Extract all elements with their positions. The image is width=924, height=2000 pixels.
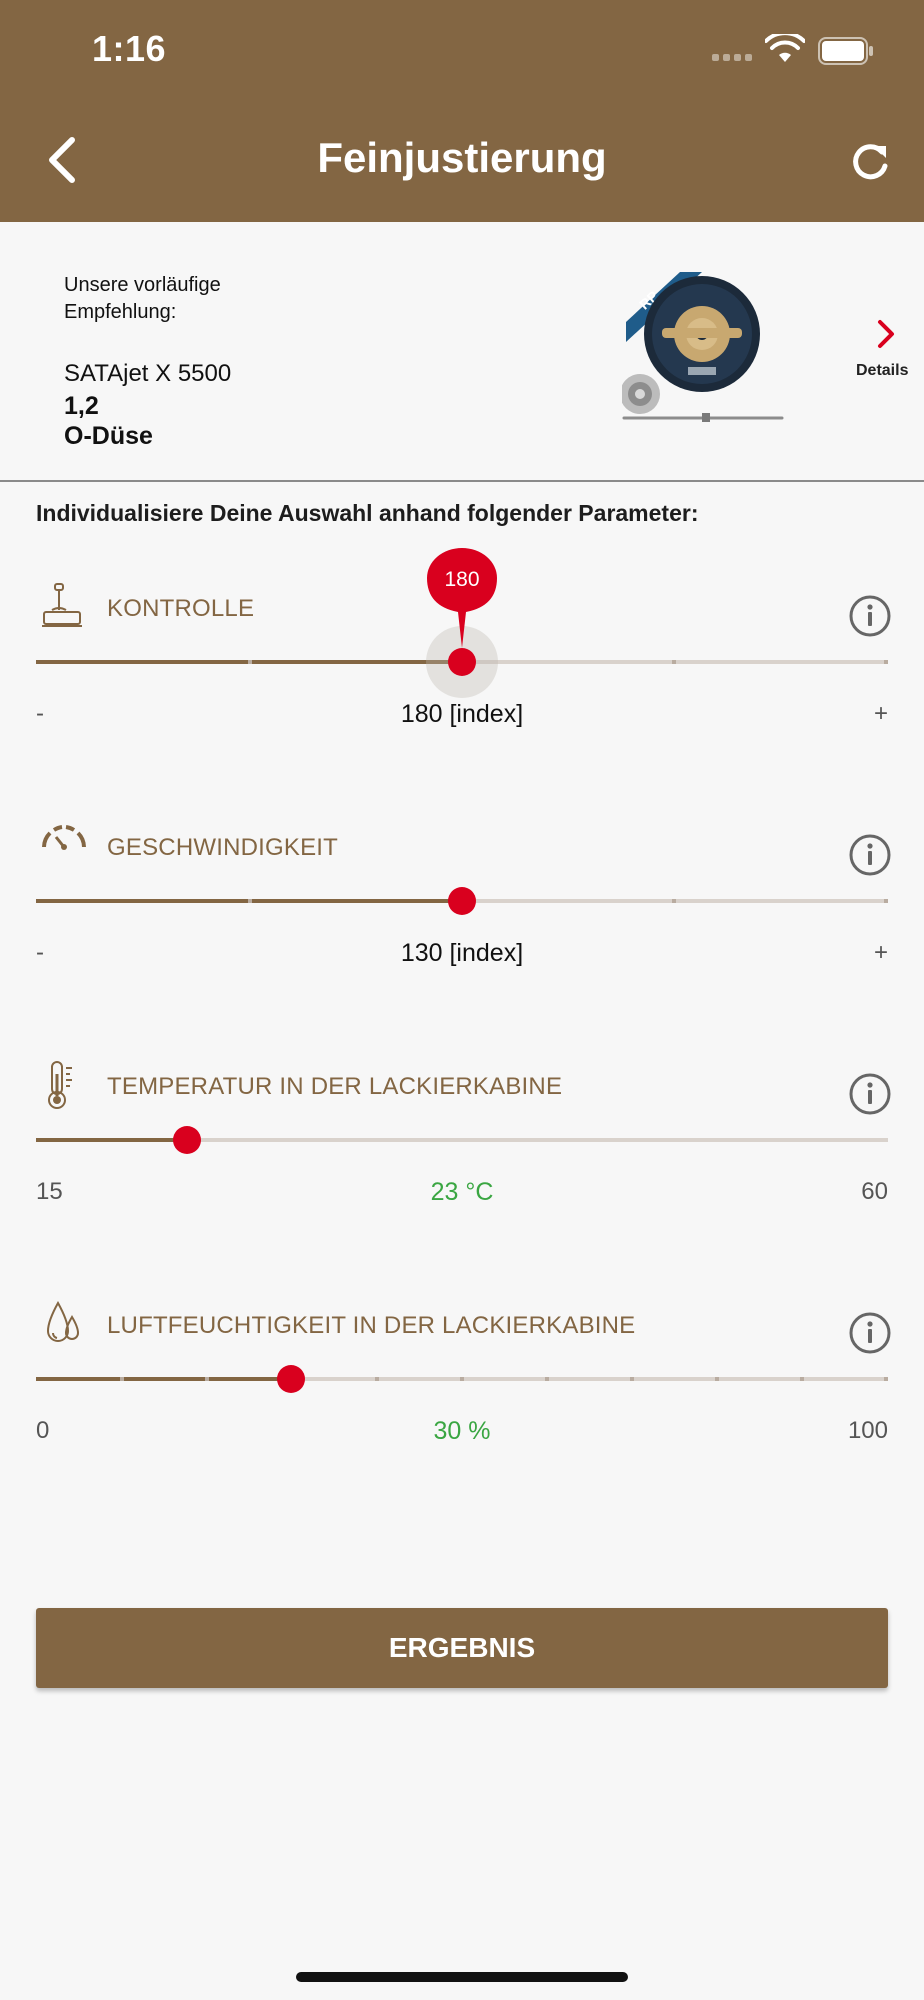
- slider-track[interactable]: [36, 887, 888, 915]
- details-chevron-icon[interactable]: [874, 318, 898, 350]
- parameter-luftfeuchtigkeit: LUFTFEUCHTIGKEIT IN DER LACKIERKABINE 0 …: [0, 1299, 924, 1499]
- slider-tick: [800, 1377, 804, 1381]
- info-icon[interactable]: [848, 594, 892, 638]
- slider-max-label[interactable]: +: [874, 700, 888, 728]
- slider-tick: [884, 660, 888, 664]
- status-time: 1:16: [92, 28, 167, 69]
- slider-tick: [884, 1377, 888, 1381]
- info-icon[interactable]: [848, 833, 892, 877]
- home-indicator[interactable]: [296, 1972, 628, 1982]
- slider-tick: [672, 660, 676, 664]
- slider-value: 130 [index]: [400, 939, 524, 967]
- nozzle-type: O-Düse: [64, 422, 153, 450]
- parameter-label: GESCHWINDIGKEIT: [107, 834, 339, 861]
- parameter-label: TEMPERATUR IN DER LACKIERKABINE: [107, 1073, 563, 1100]
- recommendation-card: Unsere vorläufige Empfehlung: SATAjet X …: [0, 222, 924, 482]
- slider-tick: [672, 899, 676, 903]
- slider-thumb[interactable]: [277, 1365, 305, 1393]
- slider-max-label: 100: [847, 1417, 888, 1444]
- slider-max-label: 60: [861, 1178, 888, 1205]
- slider-thumb[interactable]: [448, 887, 476, 915]
- parameter-label: LUFTFEUCHTIGKEIT IN DER LACKIERKABINE: [107, 1312, 636, 1339]
- details-link[interactable]: Details: [856, 362, 908, 380]
- nozzle-size: 1,2: [64, 392, 99, 420]
- slider-tick: [460, 1377, 464, 1381]
- battery-icon: [818, 37, 873, 65]
- slider-tick: [205, 1377, 209, 1381]
- parameter-label: KONTROLLE: [107, 595, 255, 622]
- info-icon[interactable]: [848, 1072, 892, 1116]
- parameter-kontrolle: KONTROLLE 180 - 180 [index] +: [0, 548, 924, 782]
- slider-tick: [715, 1377, 719, 1381]
- app-header: 1:16 Feinjustierung: [0, 0, 924, 222]
- slider-value: 180 [index]: [400, 700, 524, 728]
- result-button[interactable]: ERGEBNIS: [36, 1608, 888, 1688]
- control-stamp-icon: [42, 583, 82, 627]
- slider-max-label[interactable]: +: [874, 939, 888, 967]
- reload-icon[interactable]: [848, 140, 892, 184]
- slider-value: 23 °C: [430, 1178, 494, 1206]
- parameter-temperatur: TEMPERATUR IN DER LACKIERKABINE 15 23 °C…: [0, 1060, 924, 1260]
- slider-value: 30 %: [433, 1417, 491, 1445]
- product-image[interactable]: RP: [622, 272, 788, 422]
- slider-tick: [120, 1377, 124, 1381]
- slider-tick: [248, 899, 252, 903]
- thermometer-icon: [48, 1061, 72, 1109]
- speedometer-icon: [42, 825, 86, 850]
- slider-track[interactable]: [36, 1126, 888, 1154]
- slider-tick: [884, 899, 888, 903]
- info-icon[interactable]: [848, 1311, 892, 1355]
- slider-track[interactable]: [36, 1365, 888, 1393]
- slider-tick: [375, 1377, 379, 1381]
- recommendation-label: Unsere vorläufige Empfehlung:: [64, 274, 221, 323]
- product-name: SATAjet X 5500: [64, 360, 232, 387]
- slider-fill: [36, 1138, 187, 1142]
- droplets-icon: [46, 1300, 80, 1342]
- wifi-icon: [765, 34, 805, 62]
- intro-text: Individualisiere Deine Auswahl anhand fo…: [36, 500, 699, 526]
- slider-tick: [545, 1377, 549, 1381]
- slider-thumb[interactable]: [173, 1126, 201, 1154]
- slider-tick: [630, 1377, 634, 1381]
- slider-fill: [36, 1377, 291, 1381]
- slider-thumb[interactable]: [448, 648, 476, 676]
- value-bubble-text: 180: [444, 568, 480, 591]
- parameter-geschwindigkeit: GESCHWINDIGKEIT - 130 [index] +: [0, 821, 924, 1021]
- cellular-signal-icon: [712, 54, 752, 61]
- page-title: Feinjustierung: [317, 134, 607, 181]
- slider-tick: [248, 660, 252, 664]
- slider-track[interactable]: 180: [36, 548, 888, 698]
- value-bubble: [427, 548, 497, 648]
